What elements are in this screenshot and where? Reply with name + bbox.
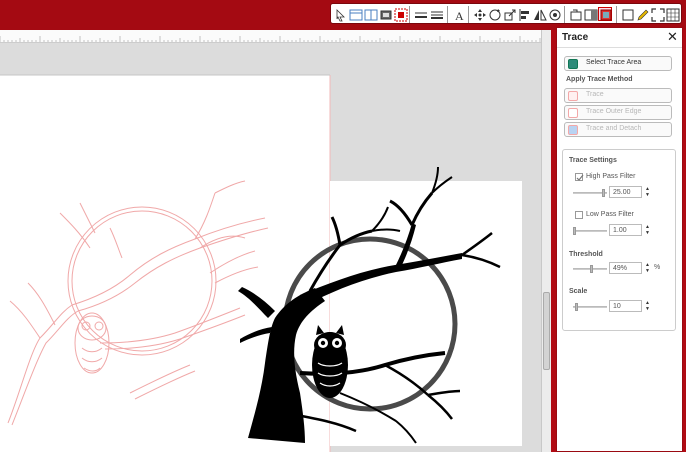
- design-canvas[interactable]: [0, 43, 541, 452]
- scrollbar-thumb[interactable]: [543, 292, 550, 370]
- ruler-ticks: [0, 36, 541, 42]
- replicate-icon[interactable]: [547, 7, 561, 21]
- high-pass-value[interactable]: 25.00: [609, 186, 642, 198]
- trace-settings-title: Trace Settings: [569, 157, 617, 164]
- panel-header: Trace ✕: [557, 28, 682, 48]
- trace-icon[interactable]: [598, 7, 612, 21]
- low-pass-label: Low Pass Filter: [586, 211, 634, 218]
- trace-panel: Trace ✕ Select Trace Area Apply Trace Me…: [556, 27, 683, 452]
- view-grid-icon[interactable]: [348, 7, 363, 21]
- scale-spinner-icon[interactable]: ▲ ▼: [645, 300, 651, 312]
- fill-icon[interactable]: [620, 7, 634, 21]
- low-pass-spinner-icon[interactable]: ▲ ▼: [645, 224, 651, 236]
- pen-icon[interactable]: [635, 7, 649, 21]
- high-pass-slider[interactable]: [573, 189, 607, 197]
- trace-settings-icon[interactable]: [568, 7, 582, 21]
- high-pass-checkbox[interactable]: [575, 173, 584, 181]
- slider-knob[interactable]: [575, 303, 578, 311]
- rotate-icon[interactable]: [487, 7, 501, 21]
- threshold-label: Threshold: [569, 251, 603, 258]
- trace-button[interactable]: Trace: [564, 88, 672, 103]
- select-tool-icon[interactable]: [333, 7, 347, 22]
- apply-trace-method-label: Apply Trace Method: [566, 76, 633, 83]
- fullscreen-icon[interactable]: [650, 7, 665, 22]
- high-pass-spinner-icon[interactable]: ▲ ▼: [645, 186, 651, 198]
- layers-icon[interactable]: [583, 7, 598, 21]
- trace-area-icon: [568, 59, 578, 69]
- move-icon[interactable]: [472, 7, 486, 21]
- align-icon[interactable]: [517, 7, 531, 21]
- scale-slider[interactable]: [573, 303, 607, 311]
- line-settings-icon[interactable]: [429, 7, 443, 21]
- weld-icon[interactable]: [393, 7, 408, 22]
- svg-text:A: A: [455, 9, 464, 22]
- slider-knob[interactable]: [590, 265, 593, 273]
- scale-value[interactable]: 10: [609, 300, 642, 312]
- detach-icon: [568, 125, 578, 135]
- scale-icon[interactable]: [502, 7, 516, 21]
- toolbar: A: [0, 0, 686, 30]
- line-style-icon[interactable]: [413, 7, 427, 21]
- threshold-unit: %: [654, 264, 661, 271]
- view-split-icon[interactable]: [363, 7, 378, 21]
- scale-label: Scale: [569, 288, 588, 295]
- horizontal-ruler: [0, 30, 541, 43]
- trace-outer-edge-button[interactable]: Trace Outer Edge: [564, 105, 672, 120]
- high-pass-label: High Pass Filter: [586, 173, 636, 180]
- trace-and-detach-button[interactable]: Trace and Detach: [564, 122, 672, 137]
- threshold-slider[interactable]: [573, 265, 607, 273]
- trace-settings-box: Trace Settings High Pass Filter 25.00 ▲ ▼…: [562, 149, 676, 331]
- text-tool-icon[interactable]: A: [451, 7, 465, 22]
- low-pass-value[interactable]: 1.00: [609, 224, 642, 236]
- vertical-scrollbar[interactable]: [541, 30, 551, 452]
- slider-knob[interactable]: [602, 189, 605, 197]
- outer-edge-icon: [568, 108, 578, 118]
- select-trace-area-button[interactable]: Select Trace Area: [564, 56, 672, 71]
- preview-icon[interactable]: [378, 7, 392, 21]
- trace-method-icon: [568, 91, 578, 101]
- slider-knob[interactable]: [573, 227, 576, 235]
- library-icon[interactable]: [665, 7, 680, 22]
- close-icon[interactable]: ✕: [667, 29, 678, 45]
- low-pass-checkbox[interactable]: [575, 211, 583, 219]
- threshold-value[interactable]: 49%: [609, 262, 642, 274]
- panel-title: Trace: [562, 32, 589, 43]
- tool-group: A: [330, 3, 682, 24]
- low-pass-slider[interactable]: [573, 227, 607, 235]
- threshold-spinner-icon[interactable]: ▲ ▼: [645, 262, 651, 274]
- mirror-icon[interactable]: [532, 7, 547, 21]
